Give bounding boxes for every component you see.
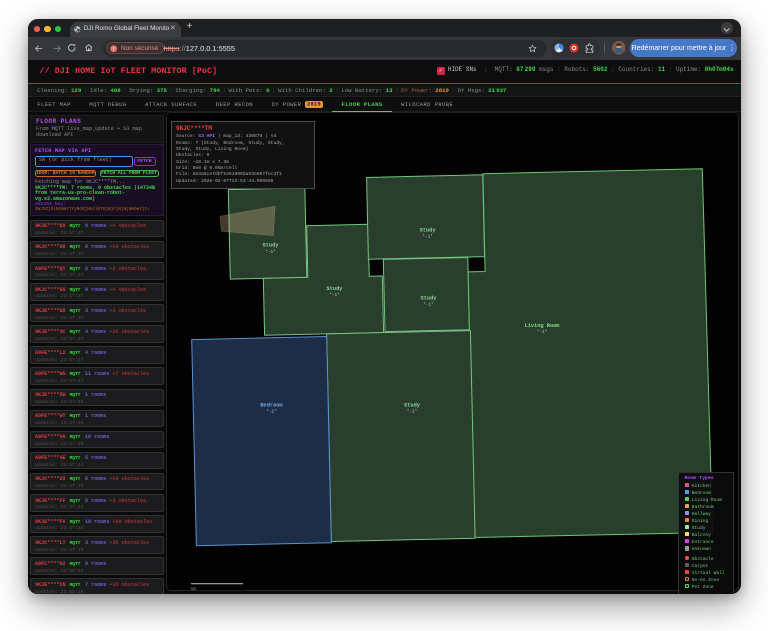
svg-text:*-1*: *-1* [266,409,277,414]
svg-text:*-1*: *-1* [422,234,433,239]
svg-text:*-1*: *-1* [265,250,276,255]
svg-text:*-1*: *-1* [407,409,418,414]
svg-text:Bedroom: Bedroom [260,402,282,408]
svg-text:Study: Study [263,242,280,248]
svg-text:Study: Study [420,227,437,233]
svg-text:Study: Study [421,295,438,301]
svg-text:Living Room: Living Room [525,322,560,328]
svg-text:*-1*: *-1* [329,293,340,298]
svg-text:Study: Study [404,402,421,408]
svg-text:Study: Study [327,285,344,291]
svg-text:*-1*: *-1* [423,302,434,307]
svg-text:*-1*: *-1* [537,330,548,335]
svg-text:1m: 1m [191,586,197,591]
